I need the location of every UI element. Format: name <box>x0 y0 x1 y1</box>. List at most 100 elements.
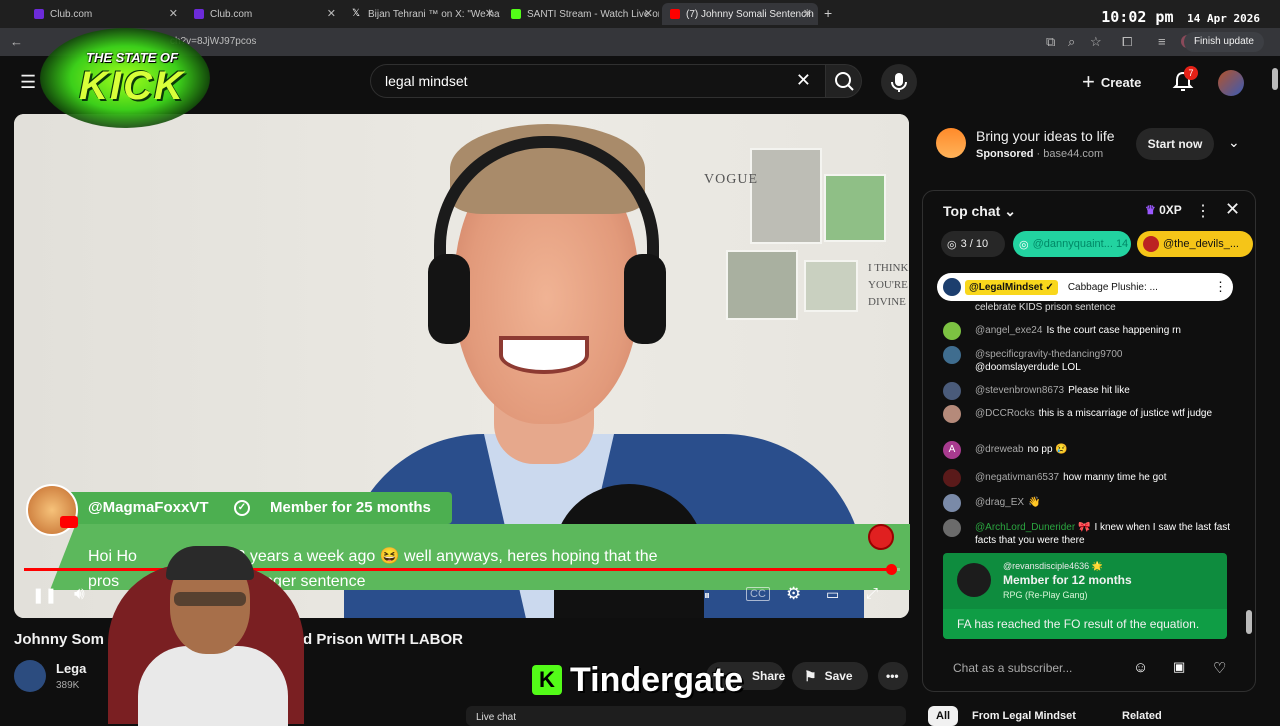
finish-update-button[interactable]: Finish update <box>1183 32 1264 52</box>
live-chat-label: Live chat <box>476 712 517 723</box>
wall-photo <box>824 174 886 242</box>
scrollbar-thumb[interactable] <box>1272 68 1278 90</box>
fullscreen-icon[interactable]: ⤢ <box>866 585 878 602</box>
x-favicon-icon: 𝕏 <box>352 8 361 19</box>
more-horizontal-icon: ••• <box>886 669 899 683</box>
chat-scrollbar[interactable] <box>1246 610 1252 634</box>
install-icon[interactable]: ⧉ <box>1046 34 1055 50</box>
supporter-chip[interactable]: ◎ @dannyquaint... 14 <box>1013 231 1131 257</box>
xp-badge[interactable]: ♛ 0XP <box>1145 203 1182 217</box>
browser-tab[interactable]: Club.com ✕ <box>26 3 184 25</box>
close-tab-icon[interactable]: ✕ <box>803 7 812 20</box>
video-title-left: Johnny Som <box>14 631 105 648</box>
chat-author[interactable]: @ArchLord_Dunerider 🎀 <box>975 522 1090 533</box>
chat-avatar <box>943 322 961 340</box>
chat-author[interactable]: @drag_EX <box>975 497 1024 508</box>
spiral-icon: ◎ <box>1019 238 1029 251</box>
browser-tab[interactable]: SANTI Stream - Watch Live on K ✕ <box>503 3 659 25</box>
chat-author[interactable]: @negativman6537 <box>975 472 1059 483</box>
tindergate-overlay: K Tindergate <box>532 660 743 700</box>
theater-mode-icon[interactable]: ▭ <box>826 586 839 603</box>
chat-author[interactable]: @DCCRocks <box>975 408 1035 419</box>
headphone-cup <box>428 254 470 344</box>
chat-mode-selector[interactable]: Top chat ⌄ <box>943 203 1016 220</box>
tab-related[interactable]: Related <box>1122 710 1162 722</box>
chat-author[interactable]: @stevenbrown8673 <box>975 385 1064 396</box>
alert-avatar <box>26 484 78 536</box>
voice-search-button[interactable] <box>881 64 917 100</box>
engagement-chip[interactable]: ◎ 3 / 10 <box>941 231 1005 257</box>
chat-more-icon[interactable]: ⋮ <box>1195 201 1211 221</box>
chat-input[interactable]: Chat as a subscriber... <box>937 657 1127 681</box>
close-tab-icon[interactable]: ✕ <box>485 7 494 20</box>
channel-subscriber-count: 389K <box>56 680 80 691</box>
clock-date: 14 Apr 2026 <box>1187 12 1260 25</box>
search-button[interactable] <box>826 64 862 98</box>
check-circle-icon: ✓ <box>234 499 250 516</box>
autoplay-toggle-icon[interactable]: ⏸ <box>704 588 710 603</box>
chat-avatar: A <box>943 441 961 459</box>
ad-sponsored-label: Sponsored <box>976 148 1034 160</box>
pinned-message[interactable]: @LegalMindset ✓ Cabbage Plushie: ... ⋮ <box>937 273 1233 301</box>
create-button[interactable]: + Create <box>1082 69 1141 94</box>
search-query: legal mindset <box>385 73 468 89</box>
bookmark-star-icon[interactable]: ☆ <box>1090 34 1102 50</box>
chat-text: how manny time he got <box>1063 472 1167 483</box>
channel-name[interactable]: Lega <box>56 661 86 676</box>
pinned-author: @LegalMindset ✓ <box>965 279 1058 295</box>
notification-count-badge: 7 <box>1184 66 1198 80</box>
captions-icon[interactable]: CC <box>746 587 770 601</box>
emoji-icon[interactable]: ☺ <box>1133 659 1148 676</box>
share-label: Share <box>752 669 786 683</box>
wall-text-vogue: VOGUE <box>704 172 758 187</box>
save-button[interactable]: ⚑ Save <box>792 662 868 690</box>
alert-member-duration: ✓ Member for 25 months <box>234 499 431 516</box>
more-actions-button[interactable]: ••• <box>878 662 908 690</box>
channel-avatar[interactable] <box>14 660 46 692</box>
tab-from-channel[interactable]: From Legal Mindset <box>972 710 1076 722</box>
membership-username[interactable]: @revansdisciple4636 🌟 <box>1003 561 1103 572</box>
crown-icon: ♛ <box>1145 203 1156 217</box>
chat-avatar <box>943 469 961 487</box>
super-chat-icon[interactable]: ▣ <box>1173 659 1185 675</box>
zoom-icon[interactable]: ⌕ <box>1068 34 1075 50</box>
supporter-chip[interactable]: @the_devils_... <box>1137 231 1253 257</box>
settings-gear-icon[interactable]: ⚙ <box>786 584 801 604</box>
media-icon[interactable]: ≡ <box>1158 34 1166 49</box>
save-label: Save <box>824 669 853 683</box>
chat-author[interactable]: @angel_exe24 <box>975 325 1042 336</box>
extensions-icon[interactable]: ⧠ <box>1122 34 1132 50</box>
sponsored-ad[interactable]: Bring your ideas to life Sponsored · bas… <box>922 114 1256 176</box>
browser-tab[interactable]: 𝕏 Bijan Tehrani ™ on X: "We have ✕ <box>344 3 500 25</box>
heart-icon[interactable]: ♡ <box>1213 659 1226 677</box>
notifications-button[interactable]: 7 <box>1172 66 1198 97</box>
clear-search-icon[interactable]: ✕ <box>796 70 811 91</box>
live-chat-section[interactable]: Live chat <box>466 706 906 726</box>
pause-icon[interactable]: ❚❚ <box>32 586 57 604</box>
account-avatar[interactable] <box>1218 70 1244 96</box>
tab-all[interactable]: All <box>928 706 959 726</box>
close-tab-icon[interactable]: ✕ <box>644 7 653 20</box>
close-tab-icon[interactable]: ✕ <box>327 7 336 20</box>
chat-author[interactable]: @dreweab <box>975 444 1024 455</box>
ad-sponsor-line: Sponsored · base44.com <box>976 148 1104 160</box>
volume-icon[interactable]: 🔊︎ <box>74 584 85 604</box>
chat-author[interactable]: @specificgravity-thedancing9700 <box>975 349 1122 360</box>
chat-text: no pp 😢 <box>1027 444 1068 455</box>
browser-tab[interactable]: Club.com ✕ <box>186 3 342 25</box>
search-input[interactable]: legal mindset ✕ <box>370 64 826 98</box>
membership-duration: Member for 12 months <box>1003 573 1132 587</box>
wall-text-divine: I THINK YOU'RE DIVINE <box>868 262 909 308</box>
browser-tab-active[interactable]: (7) Johnny Somali Sentencin ✕ <box>662 3 818 25</box>
pinned-more-icon[interactable]: ⋮ <box>1214 279 1227 295</box>
new-tab-icon[interactable]: + <box>824 5 832 21</box>
ad-headline: Bring your ideas to life <box>976 128 1115 144</box>
membership-message[interactable]: @revansdisciple4636 🌟 Member for 12 mont… <box>943 553 1227 639</box>
close-tab-icon[interactable]: ✕ <box>169 7 178 20</box>
chevron-down-icon[interactable]: ⌄ <box>1228 134 1240 151</box>
chat-text: Please hit like <box>1068 385 1130 396</box>
tindergate-text: Tindergate <box>570 660 744 699</box>
page-scrollbar[interactable] <box>1272 60 1278 700</box>
close-chat-icon[interactable]: ✕ <box>1225 199 1240 220</box>
ad-cta-button[interactable]: Start now <box>1136 128 1214 160</box>
